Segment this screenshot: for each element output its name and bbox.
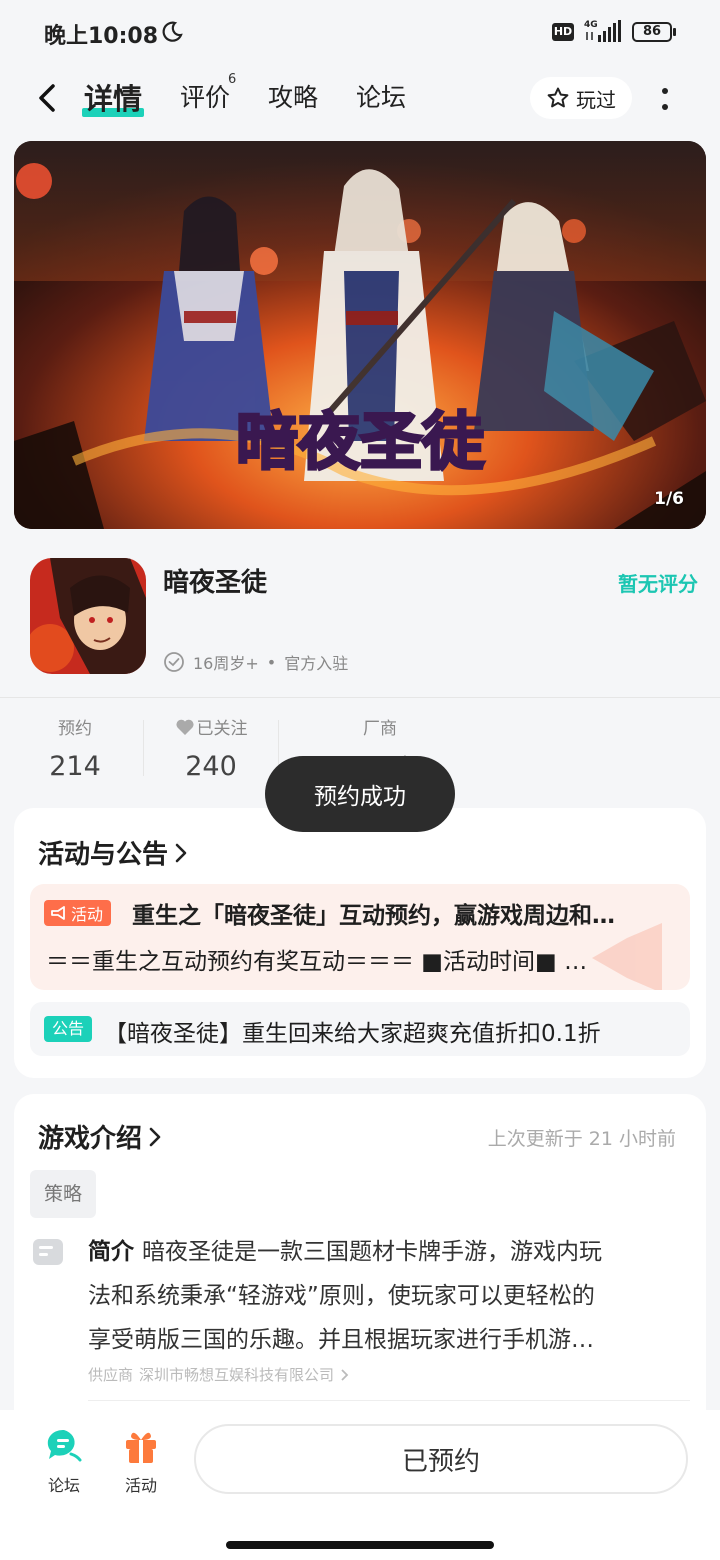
game-banner[interactable]: 暗夜圣徒 1/6 xyxy=(14,141,706,529)
status-bar: 晚上10:08 HD 4G 86 xyxy=(0,0,720,64)
stat-follow-value: 240 xyxy=(185,751,237,782)
chat-icon xyxy=(47,1429,82,1462)
notice-text: 【暗夜圣徒】重生回来给大家超爽充值折扣0.1折 xyxy=(104,1021,601,1047)
bottom-activity-label: 活动 xyxy=(124,1476,157,1495)
banner-counter: 1/6 xyxy=(654,489,684,509)
events-card: 活动与公告 活动 重生之「暗夜圣徒」互动预约，赢游戏周边和… ＝＝重生之互动预约… xyxy=(14,808,706,1078)
tab-details[interactable]: 详情 xyxy=(84,76,142,118)
home-indicator[interactable] xyxy=(226,1541,494,1549)
toast-reserve-success: 预约成功 xyxy=(265,756,455,832)
meta-dot: • xyxy=(266,652,277,672)
stat-separator xyxy=(143,720,144,776)
genre-tag[interactable]: 策略 xyxy=(30,1170,97,1218)
stat-reserve-label: 预约 xyxy=(58,719,92,739)
events-title: 活动与公告 xyxy=(38,840,169,870)
megaphone-deco-icon xyxy=(592,923,662,990)
supplier-name: 深圳市畅想互娱科技有限公司 xyxy=(139,1366,335,1384)
bottom-bar: 论坛 活动 已预约 xyxy=(0,1410,720,1560)
hd-badge: HD xyxy=(552,23,574,41)
notice-tag: 公告 xyxy=(44,1016,93,1042)
more-icon[interactable] xyxy=(650,82,680,116)
stat-vendor-label: 厂商 xyxy=(363,719,397,739)
played-button[interactable]: 玩过 xyxy=(530,77,632,119)
chevron-right-icon xyxy=(175,843,187,862)
bottom-forum-label: 论坛 xyxy=(47,1476,80,1495)
stat-follow-label: 已关注 xyxy=(196,719,248,739)
heart-icon xyxy=(175,719,194,735)
game-icon xyxy=(30,558,146,674)
intro-title-link[interactable]: 游戏介绍 xyxy=(38,1118,164,1155)
banner-artwork: 暗夜圣徒 xyxy=(14,141,706,529)
tab-reviews[interactable]: 评价 xyxy=(180,78,230,114)
stat-reserve-value: 214 xyxy=(49,751,101,782)
event-item[interactable]: 活动 重生之「暗夜圣徒」互动预约，赢游戏周边和… ＝＝重生之互动预约有奖互动＝＝… xyxy=(30,884,690,990)
intro-label: 简介 xyxy=(88,1239,134,1265)
status-time: 晚上10:08 xyxy=(44,24,159,49)
document-icon xyxy=(33,1239,63,1265)
game-title: 暗夜圣徒 xyxy=(163,568,268,598)
banner-logo-text: 暗夜圣徒 xyxy=(236,405,485,478)
nav-bar: 详情 评价 6 攻略 论坛 玩过 xyxy=(0,64,720,132)
event-tag: 活动 xyxy=(44,900,112,926)
official-label: 官方入驻 xyxy=(284,654,349,673)
bottom-activity-button[interactable]: 活动 xyxy=(111,1426,171,1496)
played-label: 玩过 xyxy=(576,87,616,112)
gift-icon xyxy=(126,1432,156,1463)
reserved-button[interactable]: 已预约 xyxy=(194,1424,688,1494)
stat-follow[interactable]: 已关注 240 xyxy=(166,714,256,782)
rating-text: 暂无评分 xyxy=(618,572,698,596)
signal-icon: 4G xyxy=(584,20,621,42)
battery-icon: 86 xyxy=(632,22,676,42)
events-title-link[interactable]: 活动与公告 xyxy=(38,834,190,871)
battery-level: 86 xyxy=(632,22,672,42)
intro-line-3: 享受萌版三国的乐趣。并且根据玩家进行手机游… xyxy=(88,1327,594,1353)
event-tag-label: 活动 xyxy=(71,905,104,924)
megaphone-icon xyxy=(51,906,65,920)
tab-guides[interactable]: 攻略 xyxy=(268,78,318,114)
age-rating: 16周岁+ xyxy=(193,654,259,673)
intro-card: 游戏介绍 上次更新于 21 小时前 策略 简介 暗夜圣徒是一款三国题材卡牌手游，游… xyxy=(14,1094,706,1434)
intro-line-2: 法和系统秉承“轻游戏”原则，使玩家可以更轻松的 xyxy=(88,1283,595,1309)
supplier-link[interactable]: 供应商 深圳市畅想互娱科技有限公司 xyxy=(88,1364,350,1385)
moon-icon xyxy=(162,21,183,42)
stat-reserve: 预约 214 xyxy=(40,714,110,782)
supplier-label: 供应商 xyxy=(88,1366,134,1384)
game-meta: 16周岁+ • 官方入驻 xyxy=(163,650,348,674)
divider xyxy=(88,1400,690,1401)
event-body: ＝＝重生之互动预约有奖互动＝＝＝ ■活动时间■ … xyxy=(46,949,588,975)
notice-item[interactable]: 公告 【暗夜圣徒】重生回来给大家超爽充值折扣0.1折 xyxy=(30,1002,690,1056)
back-icon[interactable] xyxy=(28,78,68,118)
tab-forum[interactable]: 论坛 xyxy=(356,78,406,114)
intro-line-1: 暗夜圣徒是一款三国题材卡牌手游，游戏内玩 xyxy=(142,1239,602,1265)
chevron-right-icon xyxy=(149,1127,161,1146)
intro-title: 游戏介绍 xyxy=(38,1124,143,1154)
stat-follow-label-row: 已关注 xyxy=(166,714,256,739)
stat-vendor[interactable]: 厂商 xyxy=(350,714,410,739)
update-time: 上次更新于 21 小时前 xyxy=(487,1128,676,1150)
star-icon xyxy=(547,87,569,108)
svg-text:4G: 4G xyxy=(584,20,598,30)
intro-description[interactable]: 简介 暗夜圣徒是一款三国题材卡牌手游，游戏内玩 法和系统秉承“轻游戏”原则，使玩家… xyxy=(88,1230,678,1362)
reviews-count-badge: 6 xyxy=(228,72,237,87)
divider xyxy=(0,697,720,698)
chevron-right-icon xyxy=(341,1368,349,1381)
bottom-forum-button[interactable]: 论坛 xyxy=(34,1426,94,1496)
check-circle-icon xyxy=(164,652,184,672)
